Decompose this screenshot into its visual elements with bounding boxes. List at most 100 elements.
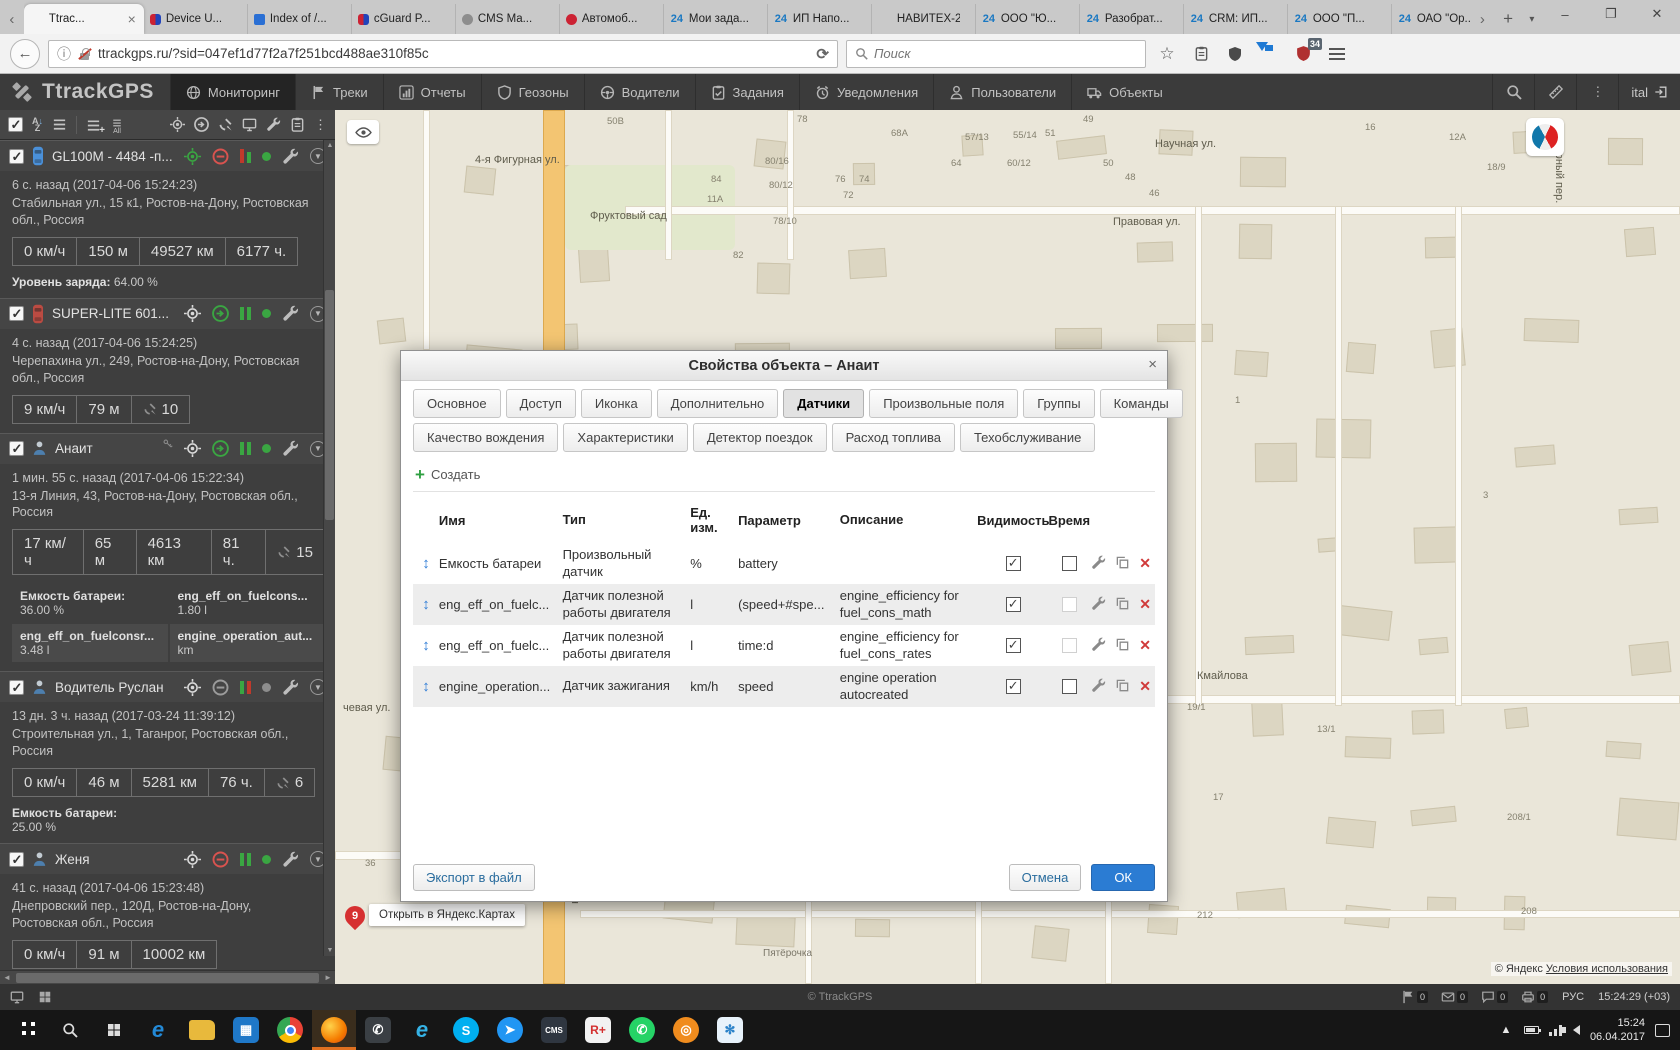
tracking-shield-icon[interactable] xyxy=(1222,41,1248,67)
edit-sensor-icon[interactable] xyxy=(1091,678,1106,696)
minimize-button[interactable]: – xyxy=(1542,0,1588,28)
edit-sensor-icon[interactable] xyxy=(1091,555,1106,573)
dialog-tab[interactable]: Датчики xyxy=(783,389,864,418)
ie-icon[interactable]: e xyxy=(400,1010,444,1050)
brand[interactable]: TtrackGPS xyxy=(0,74,170,110)
back-button[interactable]: ← xyxy=(10,39,40,69)
search-input[interactable] xyxy=(874,46,1137,61)
list-icon[interactable] xyxy=(52,117,67,132)
status-badge[interactable]: 0 xyxy=(1441,990,1468,1004)
browser-tab[interactable]: Index of /... xyxy=(248,4,352,34)
dialog-tab[interactable]: Характеристики xyxy=(563,423,687,452)
tab-scroll-left[interactable]: ‹ xyxy=(0,4,24,34)
monitor-icon[interactable] xyxy=(242,117,257,132)
locate-icon[interactable] xyxy=(184,679,201,696)
bookmark-star-icon[interactable]: ☆ xyxy=(1154,41,1180,67)
blocked-icon[interactable] xyxy=(212,851,229,868)
browser-tab[interactable]: cGuard P... xyxy=(352,4,456,34)
nav-item[interactable]: Отчеты xyxy=(383,74,481,110)
object-checkbox[interactable] xyxy=(9,680,24,695)
edit-sensor-icon[interactable] xyxy=(1091,596,1106,614)
tab-list-dropdown[interactable]: ▾ xyxy=(1522,4,1542,34)
satellite-data-icon[interactable] xyxy=(218,117,233,132)
moving-icon[interactable] xyxy=(212,440,229,457)
pocket-icon[interactable] xyxy=(1188,41,1214,67)
adblock-icon[interactable]: 34 xyxy=(1290,41,1316,67)
yandex-logo[interactable] xyxy=(1526,118,1564,156)
export-to-file-button[interactable]: Экспорт в файл xyxy=(413,864,535,891)
time-checkbox[interactable] xyxy=(1062,556,1077,571)
time-checkbox[interactable] xyxy=(1062,679,1077,694)
browser-tab[interactable]: 24 ООО "Ю... xyxy=(976,4,1080,34)
sort-az-icon[interactable]: A↓Z xyxy=(32,118,43,132)
drag-handle-icon[interactable]: ↕ xyxy=(413,637,439,654)
locate-icon[interactable] xyxy=(184,148,201,165)
browser-tab[interactable]: CMS Ma... xyxy=(456,4,560,34)
sidebar-menu-dots-icon[interactable]: ⋮ xyxy=(314,117,327,133)
browser-tab[interactable]: 24 Разобрат... xyxy=(1080,4,1184,34)
url-text[interactable]: ttrackgps.ru/?sid=047ef1d77f2a7f251bcd48… xyxy=(98,46,809,61)
copy-sensor-icon[interactable] xyxy=(1115,555,1130,573)
gps-app-icon[interactable]: ◎ xyxy=(664,1010,708,1050)
tray-expand-icon[interactable]: ▲ xyxy=(1498,1022,1514,1038)
object-checkbox[interactable] xyxy=(9,149,24,164)
nav-item[interactable]: Пользователи xyxy=(933,74,1071,110)
browser-tab[interactable]: Ttrac... × xyxy=(24,4,144,34)
visibility-checkbox[interactable] xyxy=(1006,679,1021,694)
locate-all-icon[interactable] xyxy=(170,117,185,132)
nav-item[interactable]: Мониторинг xyxy=(170,74,295,110)
dialog-tab[interactable]: Дополнительно xyxy=(657,389,779,418)
select-all-checkbox[interactable] xyxy=(8,117,23,132)
report-clipboard-icon[interactable] xyxy=(290,117,305,132)
network-icon[interactable] xyxy=(1549,1025,1563,1036)
phone-app-icon[interactable]: ✆ xyxy=(356,1010,400,1050)
copy-sensor-icon[interactable] xyxy=(1115,596,1130,614)
moving-icon[interactable] xyxy=(212,305,229,322)
start-button[interactable] xyxy=(4,1010,48,1050)
terms-of-use-link[interactable]: Условия использования xyxy=(1546,963,1668,975)
list-all-icon[interactable]: All xyxy=(110,114,124,135)
whatsapp-icon[interactable]: ✆ xyxy=(620,1010,664,1050)
search-field[interactable] xyxy=(846,40,1146,68)
blocked-icon[interactable] xyxy=(212,148,229,165)
browser-tab[interactable]: 24 ОАО "Ор... xyxy=(1392,4,1471,34)
downloads-icon[interactable] xyxy=(1256,41,1282,67)
map-marker[interactable]: 9 xyxy=(345,906,365,932)
visibility-checkbox[interactable] xyxy=(1006,556,1021,571)
taskbar-search-icon[interactable] xyxy=(48,1010,92,1050)
header-search-icon[interactable] xyxy=(1492,74,1534,110)
object-row[interactable]: GL100M - 4484 -п... ▼ xyxy=(0,140,335,171)
nav-item[interactable]: Объекты xyxy=(1071,74,1178,110)
browser-tab[interactable]: 24 ООО "П... xyxy=(1288,4,1392,34)
maximize-button[interactable]: ❐ xyxy=(1588,0,1634,28)
browser-tab[interactable]: 24 CRM: ИП... xyxy=(1184,4,1288,34)
skype-icon[interactable]: S xyxy=(444,1010,488,1050)
object-row[interactable]: SUPER-LITE 601... ▼ xyxy=(0,298,335,329)
drag-handle-icon[interactable]: ↕ xyxy=(413,596,439,613)
time-checkbox[interactable] xyxy=(1062,638,1077,653)
delete-sensor-icon[interactable]: ✕ xyxy=(1139,678,1151,695)
dialog-tab[interactable]: Команды xyxy=(1100,389,1183,418)
ignition-bars-icon[interactable] xyxy=(240,853,252,866)
browser-tab[interactable]: НАВИТЕХ-20... xyxy=(872,4,976,34)
ignition-bars-icon[interactable] xyxy=(240,307,252,320)
battery-icon[interactable] xyxy=(1524,1026,1539,1034)
close-window-button[interactable]: ✕ xyxy=(1634,0,1680,28)
locate-icon[interactable] xyxy=(184,851,201,868)
map-visibility-eye-button[interactable] xyxy=(347,120,379,144)
sidebar-vertical-scrollbar[interactable]: ▲ ▼ xyxy=(323,140,335,956)
cancel-button[interactable]: Отмена xyxy=(1009,864,1082,891)
dialog-close-icon[interactable]: × xyxy=(1148,356,1157,373)
object-row[interactable]: Женя ▼ xyxy=(0,843,335,874)
reload-button[interactable]: ⟳ xyxy=(816,45,829,63)
ignition-bars-icon[interactable] xyxy=(240,442,252,455)
ok-button[interactable]: ОК xyxy=(1091,864,1155,891)
dialog-tab[interactable]: Качество вождения xyxy=(413,423,558,452)
browser-tab[interactable]: Автомоб... xyxy=(560,4,664,34)
delete-sensor-icon[interactable]: ✕ xyxy=(1139,637,1151,654)
visibility-checkbox[interactable] xyxy=(1006,638,1021,653)
address-field[interactable]: ⓘ ttrackgps.ru/?sid=047ef1d77f2a7f251bcd… xyxy=(48,40,838,68)
dialog-tab[interactable]: Основное xyxy=(413,389,501,418)
browser-tab[interactable]: 24 ИП Напо... xyxy=(768,4,872,34)
insecure-lock-icon[interactable] xyxy=(78,47,91,61)
